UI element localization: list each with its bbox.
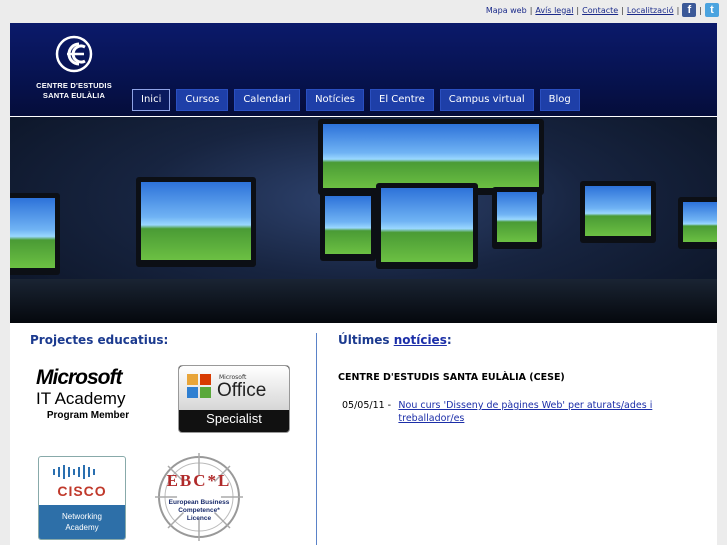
badge-word: EBC*L: [166, 471, 232, 490]
nav-campus-virtual[interactable]: Campus virtual: [439, 89, 534, 111]
monitor-image: [376, 183, 478, 269]
badge-line: Competence*: [178, 507, 220, 514]
monitor-image: [136, 177, 256, 267]
news-item: 05/05/11 - Nou curs 'Disseny de pàgines …: [342, 399, 702, 425]
news-section-title: CENTRE D'ESTUDIS SANTA EULÀLIA (CESE): [338, 372, 565, 383]
separator: |: [576, 5, 580, 15]
twitter-icon[interactable]: t: [705, 3, 719, 17]
news-date: 05/05/11 -: [342, 400, 392, 411]
nav-inici[interactable]: Inici: [132, 89, 171, 111]
noticies-link[interactable]: notícies: [394, 333, 447, 347]
ebcl-badge[interactable]: EBC*L European Business Competence* Lice…: [146, 451, 252, 543]
separator: |: [621, 5, 624, 15]
top-bar: Mapa web | Avís legal | Contacte | Local…: [0, 0, 727, 24]
monitor-image: [580, 181, 656, 243]
projectes-heading: Projectes educatius:: [30, 333, 169, 347]
mapa-web-link[interactable]: Mapa web: [486, 6, 527, 15]
badge-word: CISCO: [57, 483, 107, 499]
badge-line: Networking: [61, 512, 102, 521]
avis-legal-link[interactable]: Avís legal: [535, 6, 573, 15]
localitzacio-link[interactable]: Localització: [627, 6, 674, 15]
ebcl-wheel-icon: [155, 453, 243, 541]
badge-line: Program Member: [46, 410, 130, 421]
separator: |: [529, 5, 533, 15]
office-specialist-badge[interactable]: Microsoft Office Specialist: [178, 365, 290, 433]
separator: |: [699, 5, 702, 15]
badge-line: European Business: [168, 499, 230, 506]
logo-line-2: SANTA EULÀLIA: [42, 91, 106, 100]
badge-word: Microsoft: [36, 366, 123, 389]
separator: |: [676, 5, 680, 15]
badge-line: IT Academy: [36, 389, 126, 408]
site-header: CENTRE D'ESTUDIS SANTA EULÀLIA Inici Cur…: [10, 23, 717, 116]
monitor-image: [10, 193, 60, 275]
cese-logo-icon: [55, 35, 93, 73]
news-link[interactable]: Nou curs 'Disseny de pàgines Web' per at…: [398, 399, 702, 425]
facebook-icon[interactable]: f: [682, 3, 697, 17]
ultimes-noticies-heading: Últimes notícies:: [338, 333, 452, 347]
nav-cursos[interactable]: Cursos: [176, 89, 229, 111]
main-nav: Inici Cursos Calendari Notícies El Centr…: [132, 89, 580, 111]
cisco-networking-academy-badge[interactable]: CISCO Networking Academy: [38, 456, 126, 540]
hero-image: [10, 117, 717, 323]
microsoft-it-academy-badge[interactable]: Microsoft IT Academy Program Member: [36, 366, 158, 422]
page-frame: CENTRE D'ESTUDIS SANTA EULÀLIA Inici Cur…: [10, 23, 717, 545]
heading-prefix: Últimes: [338, 333, 390, 347]
nav-el-centre[interactable]: El Centre: [370, 89, 434, 111]
nav-blog[interactable]: Blog: [539, 89, 580, 111]
site-logo[interactable]: CENTRE D'ESTUDIS SANTA EULÀLIA: [28, 35, 120, 101]
monitor-image: [320, 191, 376, 261]
utility-links: Mapa web | Avís legal | Contacte | Local…: [486, 3, 719, 17]
contacte-link[interactable]: Contacte: [582, 6, 618, 15]
badge-line: Specialist: [206, 411, 262, 426]
badge-line: Academy: [65, 523, 99, 532]
badge-line: Licence: [186, 515, 212, 522]
cisco-bars-icon: [53, 465, 95, 479]
monitor-image: [678, 197, 717, 249]
monitor-image: [492, 187, 542, 249]
office-logo-icon: [187, 374, 211, 398]
column-divider: [316, 333, 317, 545]
logo-line-1: CENTRE D'ESTUDIS: [36, 81, 112, 90]
main-content: Projectes educatius: Microsoft IT Academ…: [10, 323, 717, 545]
nav-noticies[interactable]: Notícies: [306, 89, 365, 111]
badge-word: Office: [217, 380, 267, 401]
heading-suffix: :: [446, 333, 452, 347]
desk-area: [10, 279, 717, 323]
nav-calendari[interactable]: Calendari: [234, 89, 301, 111]
